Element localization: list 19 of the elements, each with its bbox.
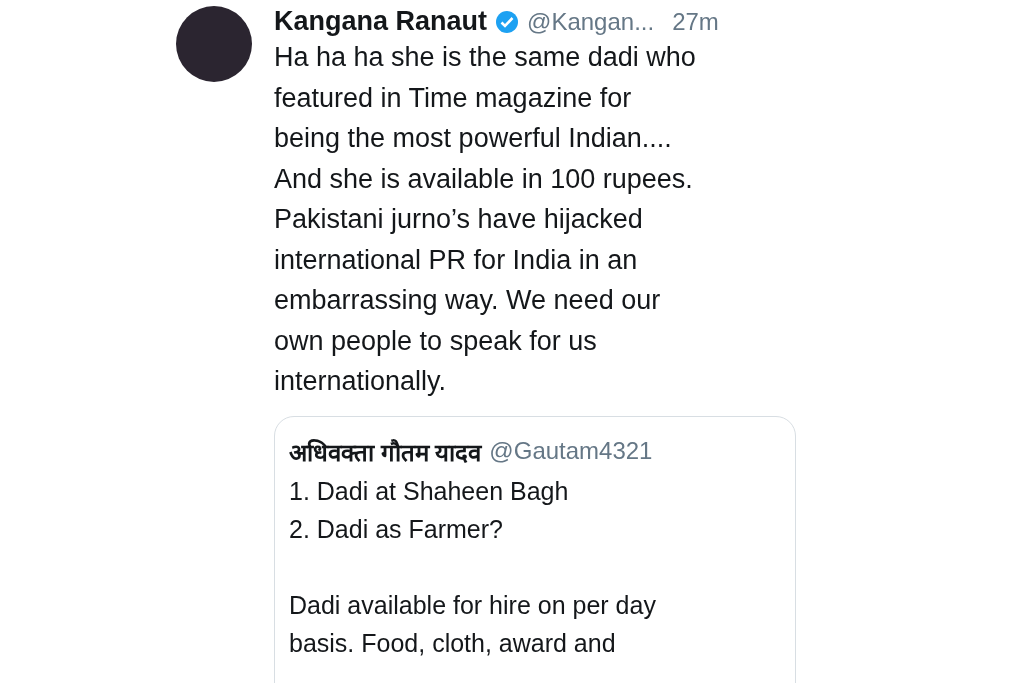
tweet-text-line: international PR for India in an xyxy=(274,243,639,277)
tweet-text-line: embarrassing way. We need our xyxy=(274,284,662,317)
author-handle: @Kangan... xyxy=(527,7,655,36)
tweet-time: 27m xyxy=(672,7,719,36)
tweet-text-line: internationally. xyxy=(274,365,448,398)
author-name: Kangana Ranaut xyxy=(274,6,488,37)
quoted-tweet-card[interactable]: अधिवक्ता गौतम यादव @Gautam4321 1. Dadi at Shaheen Bagh 2. Dadi as Farmer? Dadi available for hire on per day basis. Food, cloth, award and xyxy=(274,415,796,683)
quoted-author-handle: @Gautam4321 xyxy=(489,437,653,465)
tweet-text-line: Pakistani jurno’s have hijacked xyxy=(274,203,644,236)
tweet-text-line: featured in Time magazine for xyxy=(274,81,633,115)
tweet-text-line: own people to speak for us xyxy=(274,324,598,358)
tweet-text-line: And she is available in 100 rupees. xyxy=(274,162,694,196)
quoted-text-line: 1. Dadi at Shaheen Bagh xyxy=(289,475,570,507)
tweet-text-line: being the most powerful Indian.... xyxy=(274,122,673,155)
quoted-text-line: Dadi available for hire on per day xyxy=(289,589,657,621)
quoted-text-line: 2. Dadi as Farmer? xyxy=(289,513,504,545)
quoted-text-line: basis. Food, cloth, award and xyxy=(289,627,617,659)
quoted-author-name: अधिवक्ता गौतम यादव xyxy=(289,437,482,468)
tweet-text-line: Ha ha ha she is the same dadi who xyxy=(274,41,697,74)
